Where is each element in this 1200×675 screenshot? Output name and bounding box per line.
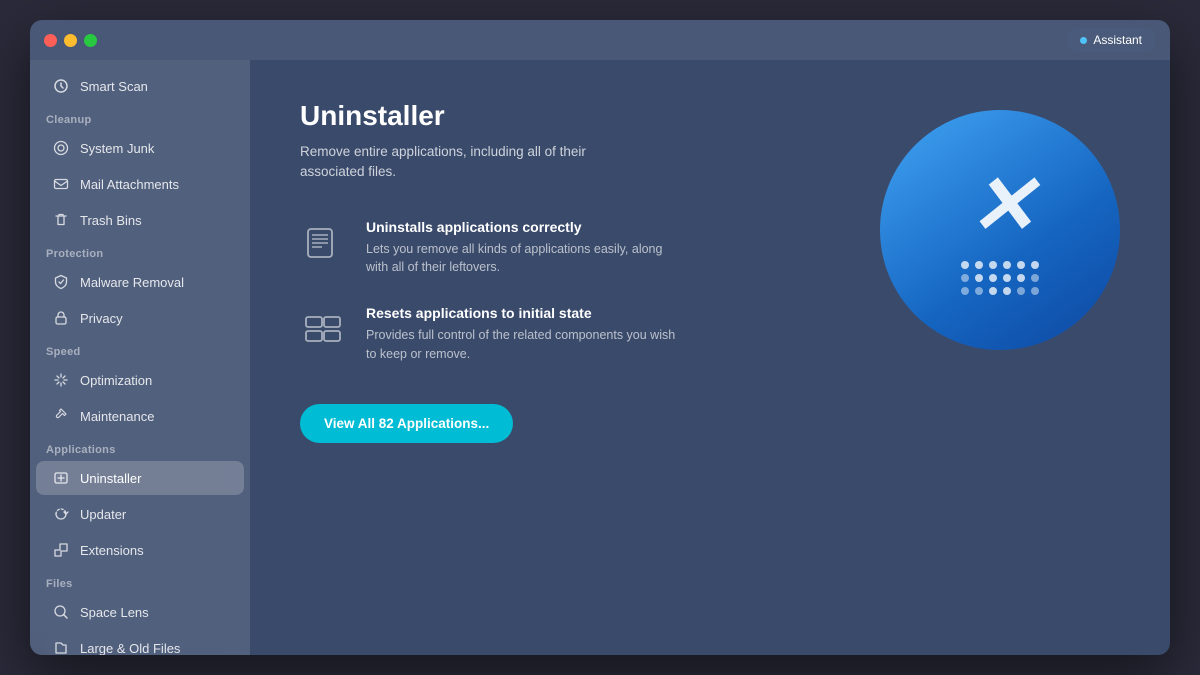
updater-icon: [52, 505, 70, 523]
feature-icon-resets: [300, 305, 348, 353]
optimization-label: Optimization: [80, 373, 152, 388]
view-all-button[interactable]: View All 82 Applications...: [300, 404, 513, 443]
smart-scan-icon: [52, 77, 70, 95]
assistant-button[interactable]: Assistant: [1066, 28, 1156, 52]
close-button[interactable]: [44, 34, 57, 47]
fullscreen-button[interactable]: [84, 34, 97, 47]
sidebar-item-trash-bins[interactable]: Trash Bins: [36, 203, 244, 237]
feature-desc-resets: Provides full control of the related com…: [366, 326, 676, 364]
sidebar-item-system-junk[interactable]: System Junk: [36, 131, 244, 165]
feature-icon-uninstalls: [300, 219, 348, 267]
system-junk-label: System Junk: [80, 141, 154, 156]
privacy-icon: [52, 309, 70, 327]
section-label-cleanup: Cleanup: [30, 104, 250, 130]
hero-circle: ✕: [880, 110, 1120, 350]
sidebar-item-maintenance[interactable]: Maintenance: [36, 399, 244, 433]
assistant-label: Assistant: [1093, 33, 1142, 47]
hero-graphic: ✕: [870, 90, 1130, 370]
trash-bins-icon: [52, 211, 70, 229]
system-junk-icon: [52, 139, 70, 157]
maintenance-label: Maintenance: [80, 409, 154, 424]
smart-scan-label: Smart Scan: [80, 79, 148, 94]
uninstaller-icon: [52, 469, 70, 487]
extensions-icon: [52, 541, 70, 559]
mail-attachments-icon: [52, 175, 70, 193]
updater-label: Updater: [80, 507, 126, 522]
sidebar-item-space-lens[interactable]: Space Lens: [36, 595, 244, 629]
feature-heading-resets: Resets applications to initial state: [366, 305, 676, 321]
extensions-label: Extensions: [80, 543, 144, 558]
section-label-speed: Speed: [30, 336, 250, 362]
sidebar-item-uninstaller[interactable]: Uninstaller: [36, 461, 244, 495]
app-body: Smart Scan Cleanup System Junk: [30, 60, 1170, 655]
sidebar-item-extensions[interactable]: Extensions: [36, 533, 244, 567]
app-window: Assistant Smart Scan Cleanup: [30, 20, 1170, 655]
feature-text-uninstalls: Uninstalls applications correctly Lets y…: [366, 219, 676, 278]
section-label-files: Files: [30, 568, 250, 594]
assistant-status-dot: [1080, 37, 1087, 44]
large-old-files-label: Large & Old Files: [80, 641, 180, 656]
malware-removal-label: Malware Removal: [80, 275, 184, 290]
page-subtitle: Remove entire applications, including al…: [300, 142, 640, 183]
feature-text-resets: Resets applications to initial state Pro…: [366, 305, 676, 364]
maintenance-icon: [52, 407, 70, 425]
title-bar: Assistant: [30, 20, 1170, 60]
privacy-label: Privacy: [80, 311, 123, 326]
feature-desc-uninstalls: Lets you remove all kinds of application…: [366, 240, 676, 278]
space-lens-label: Space Lens: [80, 605, 149, 620]
minimize-button[interactable]: [64, 34, 77, 47]
sidebar-item-mail-attachments[interactable]: Mail Attachments: [36, 167, 244, 201]
sidebar-item-optimization[interactable]: Optimization: [36, 363, 244, 397]
trash-bins-label: Trash Bins: [80, 213, 142, 228]
large-old-files-icon: [52, 639, 70, 655]
optimization-icon: [52, 371, 70, 389]
sidebar-item-smart-scan[interactable]: Smart Scan: [36, 69, 244, 103]
sidebar-item-large-old-files[interactable]: Large & Old Files: [36, 631, 244, 655]
section-label-applications: Applications: [30, 434, 250, 460]
traffic-lights: [44, 34, 97, 47]
uninstaller-label: Uninstaller: [80, 471, 141, 486]
section-label-protection: Protection: [30, 238, 250, 264]
sidebar-item-privacy[interactable]: Privacy: [36, 301, 244, 335]
sidebar: Smart Scan Cleanup System Junk: [30, 60, 250, 655]
sidebar-item-updater[interactable]: Updater: [36, 497, 244, 531]
feature-heading-uninstalls: Uninstalls applications correctly: [366, 219, 676, 235]
mail-attachments-label: Mail Attachments: [80, 177, 179, 192]
main-content: Uninstaller Remove entire applications, …: [250, 60, 1170, 655]
hero-dots: [961, 261, 1039, 295]
malware-removal-icon: [52, 273, 70, 291]
hero-x-logo: ✕: [968, 165, 1032, 247]
sidebar-item-malware-removal[interactable]: Malware Removal: [36, 265, 244, 299]
space-lens-icon: [52, 603, 70, 621]
